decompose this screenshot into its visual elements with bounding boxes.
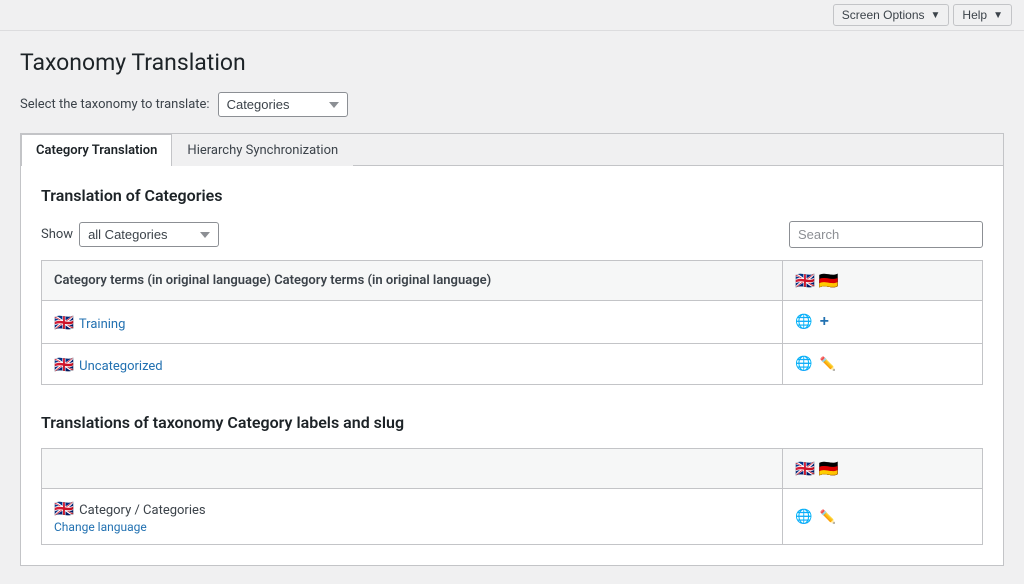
tabs-container: Category Translation Hierarchy Synchroni… xyxy=(20,133,1004,566)
add-translation-training-button[interactable]: + xyxy=(816,311,833,333)
globe-icon-training: 🌐 xyxy=(795,314,812,330)
help-chevron-icon: ▼ xyxy=(993,10,1003,21)
term-cell-training: 🇬🇧 Training xyxy=(42,301,783,344)
page-title: Taxonomy Translation xyxy=(20,49,1004,76)
search-input[interactable] xyxy=(789,221,983,248)
section-translation-of-categories: Translation of Categories Show all Categ… xyxy=(41,186,983,385)
tab-category-translation[interactable]: Category Translation xyxy=(21,134,172,166)
edit-labels-button[interactable]: ✏️ xyxy=(816,507,840,527)
labels-term-text: Category / Categories xyxy=(79,503,205,518)
col-header-term-text: Category terms (in original language) xyxy=(274,273,491,288)
training-uk-flag: 🇬🇧 xyxy=(54,313,74,332)
tab-content-category-translation: Translation of Categories Show all Categ… xyxy=(21,166,1003,565)
flags-actions-cell-uncategorized: 🌐 ✏️ xyxy=(783,344,983,385)
pencil-icon-uncategorized: ✏️ xyxy=(820,356,836,372)
screen-options-label: Screen Options xyxy=(842,8,925,22)
top-bar: Screen Options ▼ Help ▼ xyxy=(0,0,1024,31)
help-label: Help xyxy=(962,8,987,22)
header-de-flag: 🇩🇪 xyxy=(819,271,839,290)
section-taxonomy-labels: Translations of taxonomy Category labels… xyxy=(41,413,983,545)
table-row: 🇬🇧 Category / Categories Change language… xyxy=(42,489,983,545)
plus-icon-training: + xyxy=(820,313,829,331)
uncategorized-uk-flag: 🇬🇧 xyxy=(54,355,74,374)
filter-row: Show all Categories translated untransla… xyxy=(41,221,983,248)
show-filter-label: Show xyxy=(41,227,73,242)
col-header-term: Category terms (in original language) Ca… xyxy=(42,261,783,301)
filter-left: Show all Categories translated untransla… xyxy=(41,222,219,247)
flags-actions-cell-training: 🌐 + xyxy=(783,301,983,344)
labels-col-header-term xyxy=(42,449,783,489)
uncategorized-link[interactable]: Uncategorized xyxy=(79,359,162,374)
help-button[interactable]: Help ▼ xyxy=(953,4,1012,26)
labels-table-header-row: 🇬🇧 🇩🇪 xyxy=(42,449,983,489)
edit-translation-uncategorized-button[interactable]: ✏️ xyxy=(816,354,840,374)
training-link[interactable]: Training xyxy=(79,317,125,332)
screen-options-chevron-icon: ▼ xyxy=(931,10,941,21)
page-content: Taxonomy Translation Select the taxonomy… xyxy=(0,31,1024,584)
labels-header-uk-flag: 🇬🇧 xyxy=(795,459,815,478)
table-row: 🇬🇧 Training 🌐 + xyxy=(42,301,983,344)
section2-title: Translations of taxonomy Category labels… xyxy=(41,413,983,432)
taxonomy-dropdown[interactable]: Categories Tags Post Format xyxy=(218,92,348,117)
labels-table: 🇬🇧 🇩🇪 🇬🇧 Category / Categories xyxy=(41,448,983,545)
section1-title: Translation of Categories xyxy=(41,186,983,205)
screen-options-button[interactable]: Screen Options ▼ xyxy=(833,4,950,26)
labels-col-header-flags: 🇬🇧 🇩🇪 xyxy=(783,449,983,489)
categories-table: Category terms (in original language) Ca… xyxy=(41,260,983,385)
pencil-icon-labels: ✏️ xyxy=(820,509,836,525)
change-language-link[interactable]: Change language xyxy=(54,520,770,534)
tab-hierarchy-synchronization[interactable]: Hierarchy Synchronization xyxy=(172,134,353,166)
header-uk-flag: 🇬🇧 xyxy=(795,271,815,290)
table-row: 🇬🇧 Uncategorized 🌐 ✏️ xyxy=(42,344,983,385)
term-cell-uncategorized: 🇬🇧 Uncategorized xyxy=(42,344,783,385)
labels-term-cell: 🇬🇧 Category / Categories Change language xyxy=(42,489,783,545)
labels-header-de-flag: 🇩🇪 xyxy=(819,459,839,478)
labels-flags-actions-cell: 🌐 ✏️ xyxy=(783,489,983,545)
globe-icon-uncategorized: 🌐 xyxy=(795,356,812,372)
taxonomy-select-row: Select the taxonomy to translate: Catego… xyxy=(20,92,1004,117)
col-header-flags: 🇬🇧 🇩🇪 xyxy=(783,261,983,301)
labels-uk-flag: 🇬🇧 xyxy=(54,499,74,518)
tabs-header: Category Translation Hierarchy Synchroni… xyxy=(21,134,1003,166)
taxonomy-select-label: Select the taxonomy to translate: xyxy=(20,97,210,112)
table-header-row: Category terms (in original language) Ca… xyxy=(42,261,983,301)
globe-icon-labels: 🌐 xyxy=(795,509,812,525)
show-filter-dropdown[interactable]: all Categories translated untranslated xyxy=(79,222,219,247)
